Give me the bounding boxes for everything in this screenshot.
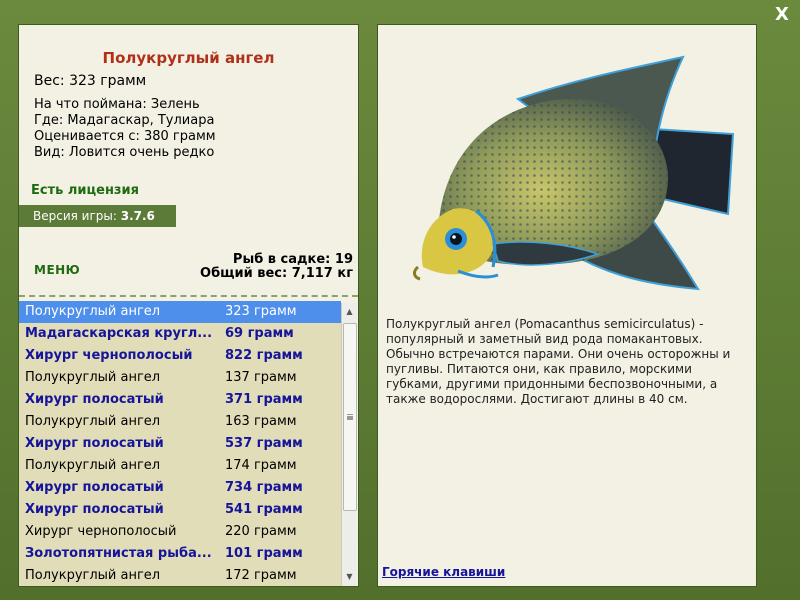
total-weight: Общий вес: 7,117 кг [200, 266, 353, 281]
version-badge: Версия игры: 3.7.6 [19, 205, 176, 227]
list-item-weight: 822 грамм [225, 348, 303, 363]
list-item-name: Полукруглый ангел [25, 458, 161, 473]
list-item-name: Золотопятнистая рыба... [25, 546, 212, 561]
list-item[interactable]: Полукруглый ангел 137 грамм [19, 367, 341, 389]
list-item-name: Хирург полосатый [25, 392, 164, 407]
list-item[interactable]: Хирург чернополосый 822 грамм [19, 345, 341, 367]
cage-count: Рыб в садке: 19 [232, 252, 353, 267]
list-item-weight: 371 грамм [225, 392, 303, 407]
menu-button[interactable]: МЕНЮ [34, 263, 80, 277]
version-label: Версия игры: [33, 209, 117, 223]
fish-details: На что поймана: Зелень Где: Мадагаскар, … [34, 97, 216, 161]
list-scrollbar[interactable]: ▲ ▼ [341, 303, 357, 586]
list-item-name: Хирург полосатый [25, 436, 164, 451]
list-item-weight: 172 грамм [225, 568, 297, 583]
divider [19, 295, 358, 297]
license-status: Есть лицензия [31, 183, 139, 198]
list-item-weight: 101 грамм [225, 546, 303, 561]
list-item[interactable]: Хирург полосатый 371 грамм [19, 389, 341, 411]
close-button[interactable]: X [770, 4, 794, 26]
list-item-name: Хирург чернополосый [25, 348, 193, 363]
fish-title: Полукруглый ангел [102, 49, 275, 67]
list-item[interactable]: Мадагаскарская кругл... 69 грамм [19, 323, 341, 345]
scroll-up-icon[interactable]: ▲ [342, 305, 357, 319]
list-item[interactable]: Хирург полосатый 537 грамм [19, 433, 341, 455]
list-item[interactable]: Хирург полосатый 541 грамм [19, 499, 341, 521]
list-item-weight: 220 грамм [225, 524, 297, 539]
list-item[interactable]: Полукруглый ангел 172 грамм [19, 565, 341, 586]
catch-list[interactable]: Полукруглый ангел 323 грамм Мадагаскарская… [19, 301, 341, 586]
bait-line: На что поймана: Зелень [34, 97, 200, 112]
list-item-name: Мадагаскарская кругл... [25, 326, 213, 341]
list-item[interactable]: Полукруглый ангел 163 грамм [19, 411, 341, 433]
fish-description-panel: Полукруглый ангел (Pomacanthus semicircu… [377, 24, 757, 587]
list-item-weight: 163 грамм [225, 414, 297, 429]
grip-icon [347, 414, 353, 416]
scroll-thumb[interactable] [343, 323, 357, 511]
scroll-down-icon[interactable]: ▼ [342, 570, 357, 584]
catch-stats: Рыб в садке: 19 Общий вес: 7,117 кг [200, 253, 353, 281]
list-item[interactable]: Золотопятнистая рыба... 101 грамм [19, 543, 341, 565]
list-item-weight: 541 грамм [225, 502, 303, 517]
version-value: 3.7.6 [120, 209, 155, 223]
location-line: Где: Мадагаскар, Тулиара [34, 113, 215, 128]
list-item[interactable]: Хирург чернополосый 220 грамм [19, 521, 341, 543]
list-item-name: Хирург полосатый [25, 480, 164, 495]
valuation-line: Оценивается с: 380 грамм [34, 129, 216, 144]
list-item-weight: 323 грамм [225, 304, 297, 319]
fish-description: Полукруглый ангел (Pomacanthus semicircu… [386, 317, 731, 406]
list-item[interactable]: Полукруглый ангел 174 грамм [19, 455, 341, 477]
list-item-name: Полукруглый ангел [25, 414, 161, 429]
fish-info-panel: Полукруглый ангел Вес: 323 грамм На что … [18, 24, 359, 587]
list-item-name: Полукруглый ангел [25, 370, 161, 385]
list-item-weight: 537 грамм [225, 436, 303, 451]
fish-weight: Вес: 323 грамм [34, 73, 147, 89]
list-item-name: Полукруглый ангел [25, 568, 161, 583]
list-item-weight: 174 грамм [225, 458, 297, 473]
list-item-weight: 69 грамм [225, 326, 294, 341]
list-item[interactable]: Полукруглый ангел 323 грамм [19, 301, 341, 323]
rarity-line: Вид: Ловится очень редко [34, 145, 215, 160]
list-item[interactable]: Хирург полосатый 734 грамм [19, 477, 341, 499]
list-item-weight: 137 грамм [225, 370, 297, 385]
hotkeys-link[interactable]: Горячие клавиши [382, 565, 505, 579]
list-item-name: Хирург чернополосый [25, 524, 177, 539]
list-item-name: Полукруглый ангел [25, 304, 161, 319]
angelfish-image [413, 55, 735, 291]
list-item-weight: 734 грамм [225, 480, 303, 495]
list-item-name: Хирург полосатый [25, 502, 164, 517]
